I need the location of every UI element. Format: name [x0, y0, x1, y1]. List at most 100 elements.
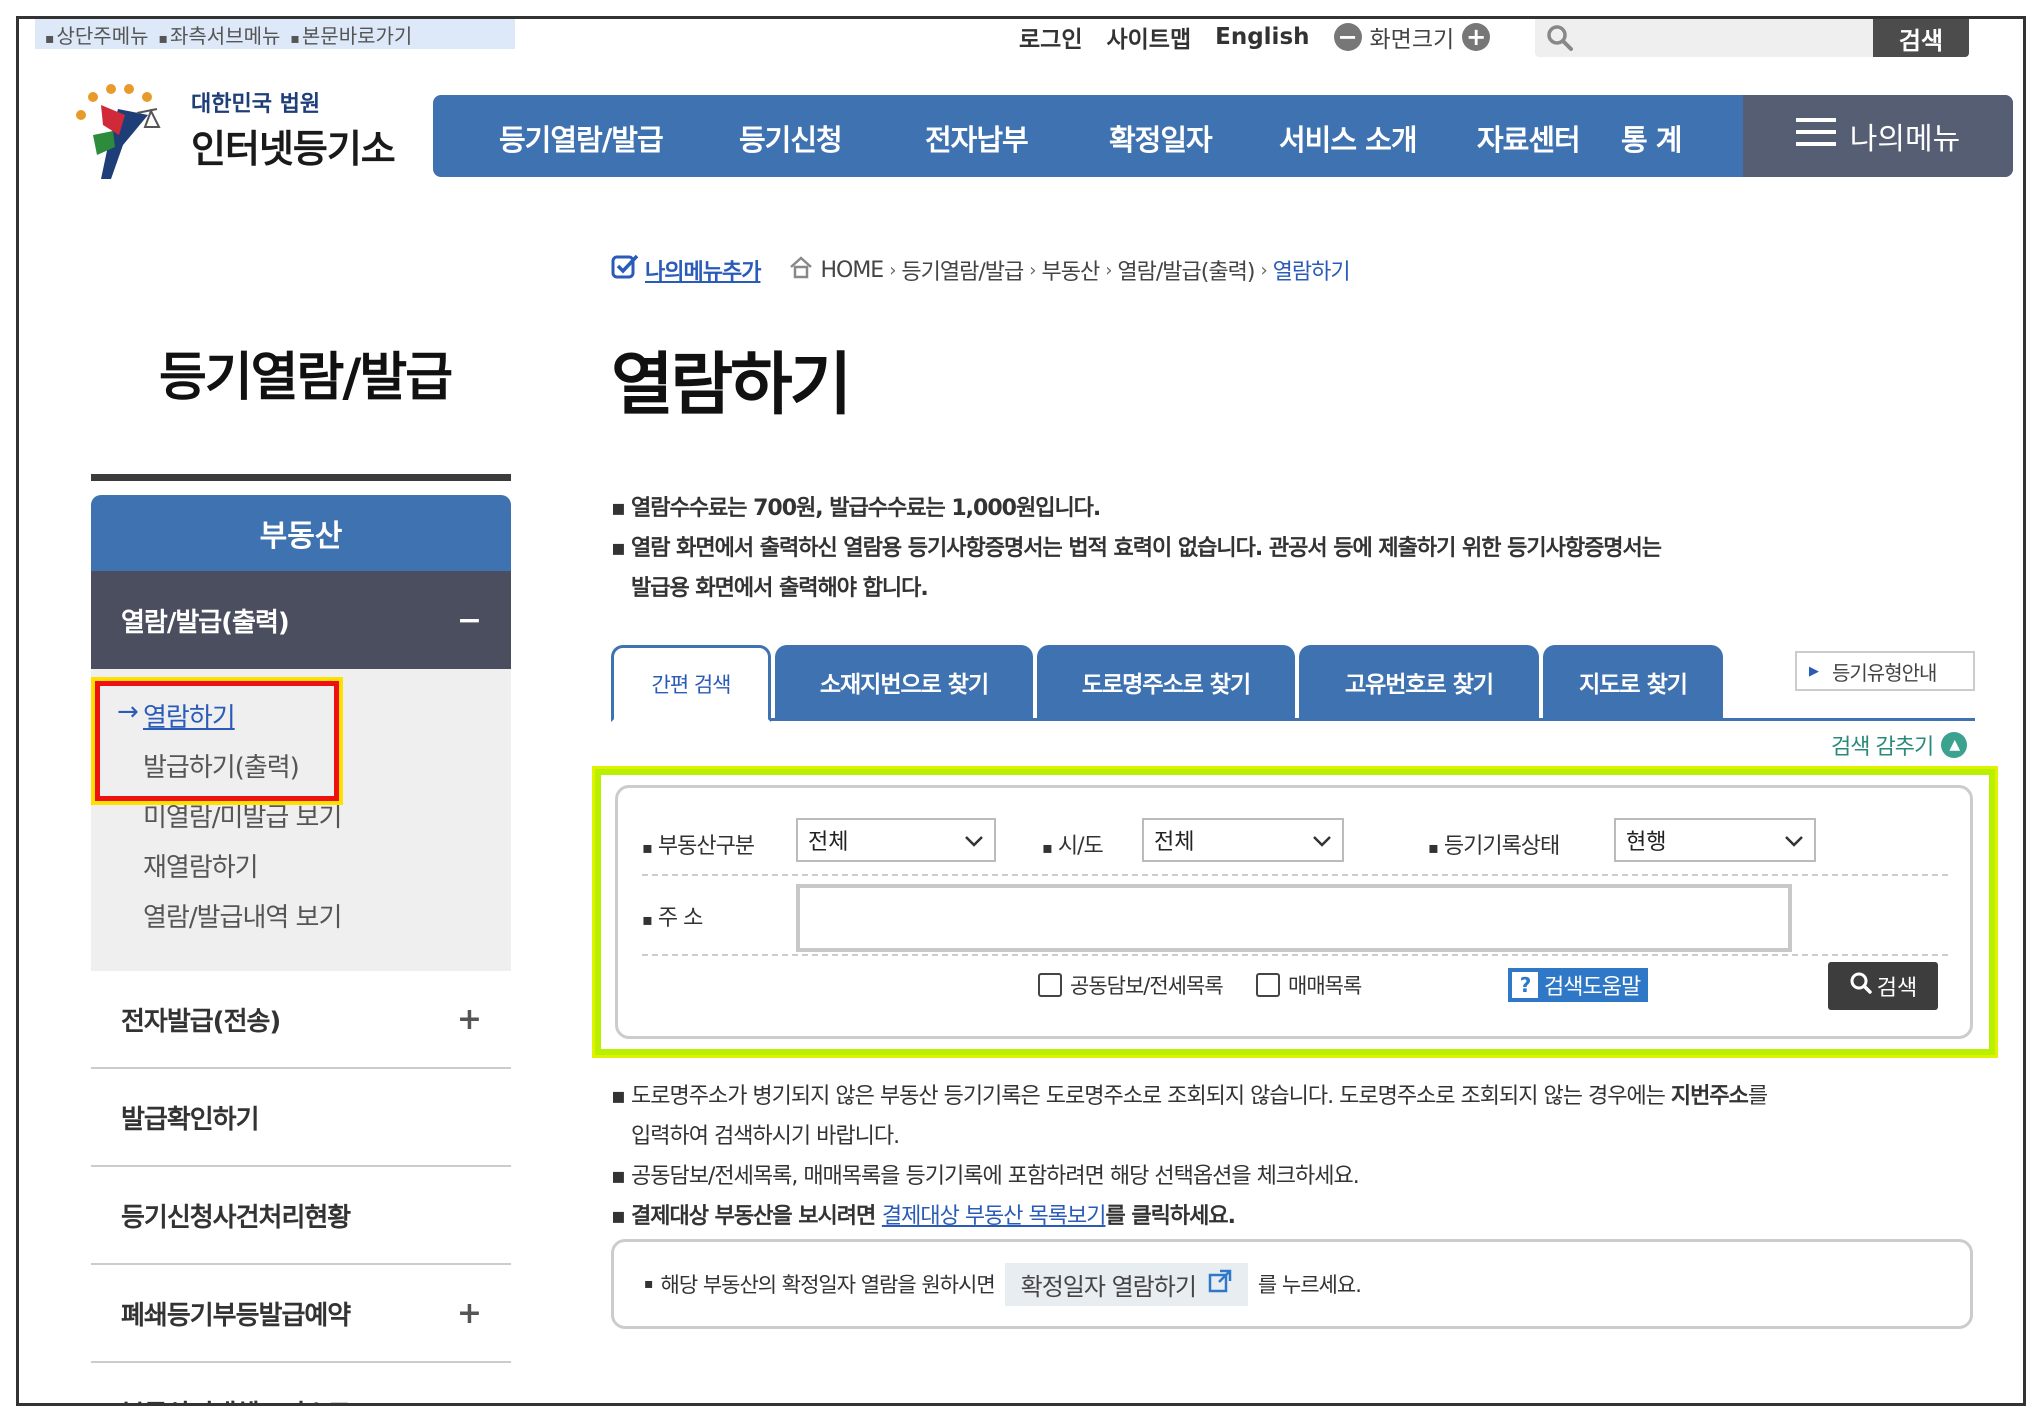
status-select[interactable]: 현행 [1614, 818, 1816, 862]
zoom-in-button[interactable]: + [1462, 23, 1491, 51]
skip-link-top-menu[interactable]: 상단주메뉴 [45, 20, 149, 49]
skip-link-side-menu[interactable]: 좌측서브메뉴 [159, 20, 280, 49]
chevron-down-icon [964, 828, 984, 853]
fixed-date-view-button[interactable]: 확정일자 열람하기 [1004, 1262, 1248, 1306]
nav-item-data-center[interactable]: 자료센터 [1477, 117, 1581, 159]
checkbox-check-icon [611, 253, 639, 287]
my-menu-button[interactable]: 나의메뉴 [1743, 95, 2013, 177]
breadcrumb-separator: › [1105, 259, 1112, 281]
legal-note: ▪ 열람 화면에서 출력하신 열람용 등기사항증명서는 법적 효력이 없습니다. … [611, 529, 1662, 609]
joint-collateral-checkbox[interactable]: 공동담보/전세목록 [1038, 970, 1224, 1000]
utility-bar: 로그인 사이트맵 English − 화면크기 + [1019, 19, 1491, 55]
side-item-e-issue-label: 전자발급(전송) [121, 1006, 281, 1037]
top-search-button[interactable]: 검색 [1873, 19, 1969, 57]
tab-unique-number[interactable]: 고유번호로 찾기 [1299, 645, 1539, 719]
top-search: 검색 [1535, 19, 1969, 57]
login-link[interactable]: 로그인 [1019, 20, 1082, 54]
status-value: 현행 [1626, 830, 1667, 855]
logo-line-2: 인터넷등기소 [191, 126, 396, 171]
payment-note-suffix: 를 클릭하세요. [1105, 1204, 1236, 1229]
joint-collateral-label: 공동담보/전세목록 [1070, 974, 1224, 998]
search-button[interactable]: 검색 [1828, 962, 1938, 1010]
nav-item-statistics[interactable]: 통 계 [1621, 117, 1682, 159]
side-item-case-status[interactable]: 등기신청사건처리현황 [91, 1167, 511, 1265]
search-button-label: 검색 [1876, 976, 1918, 1001]
side-item-checklist[interactable]: 부동산거래체크리스트 [91, 1363, 511, 1404]
search-help-button[interactable]: ? 검색도움말 [1508, 968, 1649, 1002]
side-item-issue-check[interactable]: 발급확인하기 [91, 1069, 511, 1167]
side-item-checklist-label: 부동산거래체크리스트 [121, 1394, 351, 1404]
logo-text: 대한민국 법원 인터넷등기소 [191, 86, 396, 173]
sub-item-review[interactable]: 재열람하기 [143, 847, 259, 884]
address-input[interactable] [796, 884, 1792, 952]
play-icon: ▶ [1809, 663, 1819, 679]
top-search-input[interactable] [1585, 19, 1873, 57]
road-address-note-line-1: 도로명주소가 병기되지 않은 부동산 등기기록은 도로명주소로 조회되지 않습니… [611, 1077, 1931, 1117]
breadcrumb-current: 열람하기 [1272, 260, 1351, 285]
nav-item-view-issue[interactable]: 등기열람/발급 [499, 117, 664, 159]
checkbox-box[interactable] [1038, 973, 1062, 997]
form-divider [642, 954, 1948, 956]
breadcrumb: 나의메뉴추가 HOME › 등기열람/발급 › 부동산 › 열람/발급(출력) … [611, 253, 1351, 287]
sitemap-link[interactable]: 사이트맵 [1106, 20, 1191, 54]
zoom-out-button[interactable]: − [1333, 23, 1362, 51]
site-logo[interactable]: 대한민국 법원 인터넷등기소 [63, 75, 396, 183]
road-address-note: ▪ 도로명주소가 병기되지 않은 부동산 등기기록은 도로명주소로 조회되지 않… [611, 1077, 1931, 1157]
skip-link-content[interactable]: 본문바로가기 [290, 20, 412, 49]
payment-note: ▪ 결제대상 부동산을 보시려면 결제대상 부동산 목록보기를 클릭하세요. [611, 1197, 1236, 1237]
type-guide-button[interactable]: ▶ 등기유형안내 [1795, 651, 1975, 691]
tab-road-address[interactable]: 도로명주소로 찾기 [1037, 645, 1295, 719]
tab-lot-number[interactable]: 소재지번으로 찾기 [775, 645, 1033, 719]
collapse-search-label: 검색 감추기 [1831, 735, 1934, 760]
type-guide-label: 등기유형안내 [1832, 660, 1937, 685]
side-item-e-issue[interactable]: 전자발급(전송) + [91, 971, 511, 1069]
zoom-label: 화면크기 [1369, 27, 1455, 53]
home-icon [788, 255, 814, 285]
fixed-date-box: ▪ 해당 부동산의 확정일자 열람을 원하시면 확정일자 열람하기 를 누르세요… [611, 1239, 1973, 1329]
payment-list-link[interactable]: 결제대상 부동산 목록보기 [882, 1204, 1107, 1229]
search-help-label: 검색도움말 [1544, 975, 1641, 1000]
side-head-real-estate[interactable]: 부동산 [91, 495, 511, 571]
nav-item-service-intro[interactable]: 서비스 소개 [1279, 117, 1417, 159]
lot-address-emphasis: 지번주소 [1670, 1084, 1749, 1109]
expand-icon: + [456, 1295, 482, 1331]
add-my-menu-link[interactable]: 나의메뉴추가 [611, 253, 761, 287]
side-divider [91, 474, 511, 481]
breadcrumb-item-1[interactable]: 등기열람/발급 [901, 254, 1024, 286]
address-label: 주 소 [642, 900, 703, 932]
breadcrumb-item-3[interactable]: 열람/발급(출력) [1117, 254, 1255, 286]
side-item-closed-reservation[interactable]: 폐쇄등기부등발급예약 + [91, 1265, 511, 1363]
fixed-date-text: 해당 부동산의 확정일자 열람을 원하시면 [660, 1273, 996, 1297]
english-link[interactable]: English [1215, 24, 1309, 50]
sub-item-history[interactable]: 열람/발급내역 보기 [143, 897, 342, 934]
add-my-menu-label: 나의메뉴추가 [645, 260, 761, 285]
fixed-date-suffix: 를 누르세요. [1257, 1273, 1362, 1297]
sido-label: 시/도 [1042, 828, 1104, 860]
fee-note: ▪ 열람수수료는 700원, 발급수수료는 1,000원입니다. [611, 489, 1101, 529]
property-type-label: 부동산구분 [642, 828, 755, 860]
chevron-down-icon [1312, 828, 1332, 853]
nav-item-e-payment[interactable]: 전자납부 [925, 117, 1029, 159]
side-category-view-issue[interactable]: 열람/발급(출력) − [91, 571, 511, 669]
breadcrumb-home[interactable]: HOME [820, 258, 884, 283]
sido-select[interactable]: 전체 [1142, 818, 1344, 862]
side-item-case-status-label: 등기신청사건처리현황 [121, 1202, 351, 1233]
road-address-note-suffix: 를 [1747, 1084, 1768, 1109]
breadcrumb-item-2[interactable]: 부동산 [1041, 254, 1100, 286]
trade-list-checkbox[interactable]: 매매목록 [1256, 970, 1362, 1000]
tab-map[interactable]: 지도로 찾기 [1543, 645, 1723, 719]
nav-item-registration[interactable]: 등기신청 [739, 117, 843, 159]
browser-frame: 상단주메뉴 좌측서브메뉴 본문바로가기 로그인 사이트맵 English − 화… [16, 16, 2026, 1406]
road-address-note-text: 도로명주소가 병기되지 않은 부동산 등기기록은 도로명주소로 조회되지 않습니… [631, 1084, 1671, 1109]
tab-simple-search[interactable]: 간편 검색 [611, 645, 771, 722]
property-type-select[interactable]: 전체 [796, 818, 996, 862]
side-item-issue-check-label: 발급확인하기 [121, 1104, 260, 1135]
collapse-search-toggle[interactable]: 검색 감추기 ▲ [1831, 729, 1968, 761]
joint-note-text: 공동담보/전세목록, 매매목록을 등기기록에 포함하려면 해당 선택옵션을 체크… [631, 1164, 1360, 1189]
nav-item-fixed-date[interactable]: 확정일자 [1109, 117, 1213, 159]
sub-item-unviewed[interactable]: 미열람/미발급 보기 [143, 797, 342, 834]
payment-note-text: 결제대상 부동산을 보시려면 [631, 1204, 882, 1229]
checkbox-box[interactable] [1256, 973, 1280, 997]
breadcrumb-separator: › [1260, 259, 1267, 281]
search-tabs: 간편 검색 소재지번으로 찾기 도로명주소로 찾기 고유번호로 찾기 지도로 찾… [611, 645, 1975, 722]
